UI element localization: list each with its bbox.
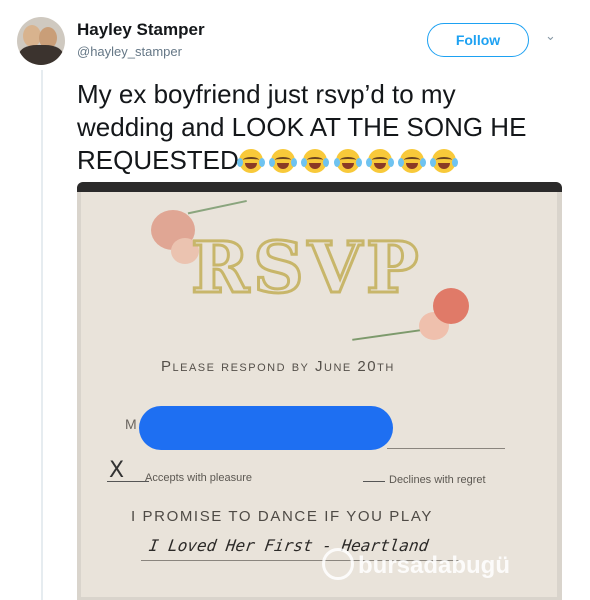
face-with-tears-of-joy-icon: [301, 149, 330, 173]
face-with-tears-of-joy-icon: [236, 149, 265, 173]
author-handle[interactable]: @hayley_stamper: [77, 44, 182, 59]
watermark-logo-icon: [322, 548, 354, 580]
decline-line: [363, 481, 385, 482]
photo-top-edge: [77, 182, 562, 192]
face-with-tears-of-joy-icon: [269, 149, 298, 173]
thread-line: [41, 70, 43, 600]
face-with-tears-of-joy-icon: [333, 149, 362, 173]
promise-text: I PROMISE TO DANCE IF YOU PLAY: [131, 508, 433, 525]
face-with-tears-of-joy-icon: [397, 149, 426, 173]
follow-button[interactable]: Follow: [427, 23, 529, 57]
accept-x-mark: X: [109, 458, 125, 483]
redaction-mark: [139, 406, 393, 450]
watermark: bursadabugü: [358, 552, 511, 579]
face-with-tears-of-joy-icon: [365, 149, 394, 173]
declines-label: Declines with regret: [389, 474, 486, 486]
avatar[interactable]: [17, 17, 65, 65]
face-with-tears-of-joy-icon: [430, 149, 459, 173]
tweet-photo[interactable]: RSVP Please respond by June 20th M X Acc…: [77, 182, 562, 600]
mr-prefix: M: [125, 416, 137, 432]
leaf-decoration: [350, 315, 422, 341]
chevron-down-icon[interactable]: ⌄: [545, 28, 556, 44]
emoji-row: [236, 148, 459, 181]
rsvp-heading: RSVP: [190, 225, 423, 311]
accept-line: [107, 481, 149, 482]
respond-by-text: Please respond by June 20th: [161, 358, 395, 375]
accepts-label: Accepts with pleasure: [145, 472, 252, 484]
author-name[interactable]: Hayley Stamper: [77, 20, 205, 40]
tweet-text: My ex boyfriend just rsvp’d to my weddin…: [77, 78, 547, 181]
name-line: [387, 448, 505, 449]
flower-decoration: [433, 288, 469, 324]
rsvp-card: RSVP Please respond by June 20th M X Acc…: [81, 192, 557, 597]
